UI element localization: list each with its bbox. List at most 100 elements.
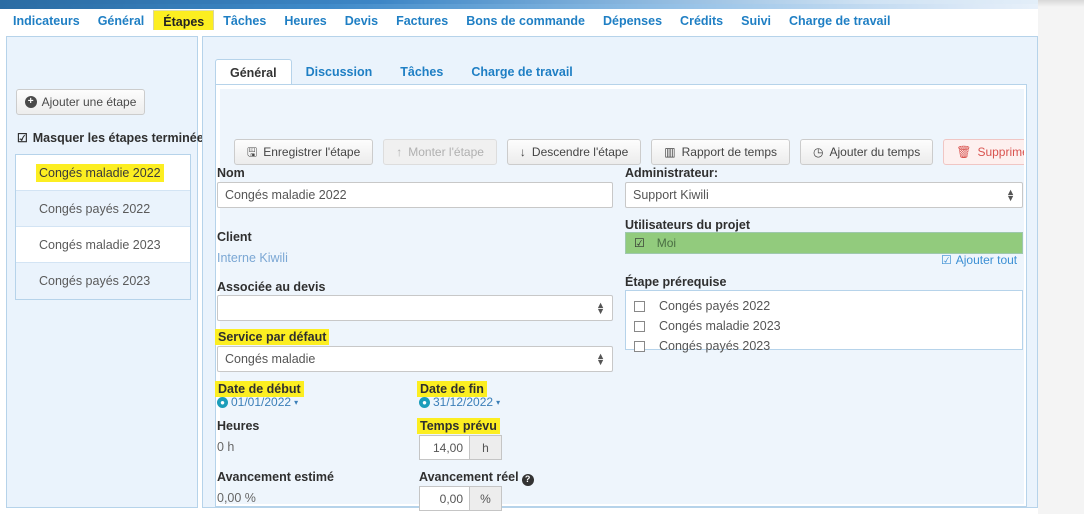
steps-list: Congés maladie 2022 Congés payés 2022 Cong… <box>15 154 191 300</box>
arrow-up-icon: ↑ <box>396 145 403 159</box>
nav-item-label: Tâches <box>223 14 267 29</box>
real-progress-input[interactable]: 0,00 <box>419 486 469 511</box>
trash-icon: 🗑 <box>956 145 972 159</box>
clock-icon: ◷ <box>813 145 824 159</box>
client-link[interactable]: Interne Kiwili <box>217 251 288 265</box>
step-list-item[interactable]: Congés payés 2022 <box>16 191 190 227</box>
nav-item-label: Devis <box>344 14 379 29</box>
nav-item-label: Dépenses <box>602 14 663 29</box>
plus-circle-icon: + <box>24 96 37 108</box>
inner-tabs: Général Discussion Tâches Charge de travail <box>215 59 587 86</box>
inner-tab-0[interactable]: Général <box>215 59 292 86</box>
real-progress-input-group: 0,00 % <box>419 486 502 511</box>
project-user-label: Moi <box>656 236 677 250</box>
hours-value: 0 h <box>217 440 235 454</box>
calendar-icon: ● <box>217 396 228 408</box>
prerequisite-step-label: Étape prérequise <box>625 275 727 289</box>
real-progress-label: Avancement réel <box>419 470 519 484</box>
prerequisite-step-row-label: Congés maladie 2023 <box>659 319 781 333</box>
prerequisite-step-row[interactable]: Congés maladie 2023 <box>626 316 1022 336</box>
add-time-button[interactable]: ◷ Ajouter du temps <box>800 139 934 165</box>
move-step-up-label: Monter l'étape <box>408 145 484 159</box>
associated-quote-select[interactable]: ▲ ▼ <box>217 295 613 321</box>
end-date-text: 31/12/2022 <box>433 395 494 409</box>
floppy-disk-icon: 🖫 <box>247 145 258 159</box>
inner-tab-1[interactable]: Discussion <box>292 59 387 85</box>
step-list-item-label: Congés maladie 2022 <box>36 163 164 182</box>
add-step-button[interactable]: + Ajouter une étape <box>16 89 145 115</box>
step-list-item[interactable]: Congés maladie 2023 <box>16 227 190 263</box>
step-list-item-label: Congés payés 2022 <box>39 201 151 216</box>
inner-tab-2[interactable]: Tâches <box>386 59 457 85</box>
add-step-button-label: Ajouter une étape <box>41 95 137 109</box>
planned-time-unit: h <box>469 435 502 460</box>
step-list-item[interactable]: Congés maladie 2022 <box>16 155 190 191</box>
prerequisite-step-row[interactable]: Congés payés 2022 <box>626 296 1022 316</box>
nav-item-label: Suivi <box>741 14 771 29</box>
step-list-item[interactable]: Congés payés 2023 <box>16 263 190 299</box>
chevron-updown-icon: ▲ ▼ <box>1006 186 1015 203</box>
move-step-up-button[interactable]: ↑ Monter l'étape <box>383 139 497 165</box>
nav-item-label: Charge de travail <box>789 14 891 29</box>
hide-completed-steps-label: Masquer les étapes terminées <box>32 131 211 145</box>
main-panel: Général Discussion Tâches Charge de travail… <box>202 36 1038 508</box>
project-user-row[interactable]: ☑ Moi <box>625 232 1023 254</box>
time-report-button[interactable]: ▥ Rapport de temps <box>651 139 791 165</box>
nav-item-label: Factures <box>396 14 449 29</box>
nom-input[interactable]: Congés maladie 2022 <box>217 182 613 208</box>
move-step-down-label: Descendre l'étape <box>531 145 629 159</box>
prerequisite-step-row[interactable]: Congés payés 2023 <box>626 336 1022 356</box>
administrator-value: Support Kiwili <box>633 188 709 202</box>
inner-tab-label: Tâches <box>400 65 444 79</box>
inner-tab-label: Discussion <box>305 65 373 79</box>
inner-tab-3[interactable]: Charge de travail <box>457 59 586 85</box>
checkbox-checked-icon: ☑ <box>17 131 28 145</box>
prerequisite-step-list: Congés payés 2022 Congés maladie 2023 Cong… <box>625 290 1023 353</box>
nom-label: Nom <box>217 166 245 180</box>
inner-tab-label: Charge de travail <box>471 65 573 79</box>
nav-item-label: Crédits <box>680 14 724 29</box>
question-mark-icon[interactable]: ? <box>521 473 534 486</box>
end-date-value[interactable]: ● 31/12/2022 ▾ <box>419 395 500 409</box>
add-all-users-link[interactable]: ☑ Ajouter tout <box>941 253 1017 267</box>
checkbox-checked-icon: ☑ <box>634 236 645 250</box>
default-service-select[interactable]: Congés maladie ▲ ▼ <box>217 346 613 372</box>
nav-item-label: Étapes <box>163 15 205 30</box>
prerequisite-step-row-label: Congés payés 2022 <box>659 299 771 313</box>
default-service-value: Congés maladie <box>225 352 316 366</box>
nav-item-label: Bons de commande <box>466 14 585 29</box>
estimated-progress-label: Avancement estimé <box>217 470 334 484</box>
add-time-label: Ajouter du temps <box>829 145 921 159</box>
start-date-value[interactable]: ● 01/01/2022 ▾ <box>217 395 298 409</box>
delete-step-label: Supprimer l'étape <box>977 145 1024 159</box>
administrator-label: Administrateur: <box>625 166 719 180</box>
real-progress-unit: % <box>469 486 502 511</box>
calendar-icon: ● <box>419 396 430 408</box>
step-list-item-label: Congés payés 2023 <box>39 274 151 288</box>
estimated-progress-value: 0,00 % <box>217 491 256 505</box>
checkbox-unchecked-icon[interactable] <box>634 320 645 332</box>
save-step-label: Enregistrer l'étape <box>263 145 361 159</box>
prerequisite-step-row-label: Congés payés 2023 <box>659 339 771 353</box>
hours-label: Heures <box>217 419 260 433</box>
planned-time-input-group: 14,00 h <box>419 435 502 460</box>
hide-completed-steps-checkbox[interactable]: ☑ Masquer les étapes terminées <box>17 131 211 145</box>
administrator-select[interactable]: Support Kiwili ▲ ▼ <box>625 182 1023 208</box>
checkbox-unchecked-icon[interactable] <box>634 340 645 352</box>
planned-time-input[interactable]: 14,00 <box>419 435 469 460</box>
nav-item-label: Général <box>97 14 145 29</box>
right-gutter <box>1038 0 1084 514</box>
move-step-down-button[interactable]: ↓ Descendre l'étape <box>506 139 642 165</box>
checkbox-unchecked-icon[interactable] <box>634 300 645 312</box>
project-users-label: Utilisateurs du projet <box>625 218 751 232</box>
inner-tab-label: Général <box>230 65 277 80</box>
delete-step-button[interactable]: 🗑 Supprimer l'étape <box>943 139 1024 165</box>
chevron-updown-icon: ▲ ▼ <box>596 299 605 316</box>
save-step-button[interactable]: 🖫 Enregistrer l'étape <box>234 139 374 165</box>
steps-sidebar: + Ajouter une étape ☑ Masquer les étapes… <box>6 36 211 508</box>
step-list-item-label: Congés maladie 2023 <box>39 237 161 252</box>
nav-item-label: Heures <box>284 14 327 29</box>
gutter-shadow <box>1038 0 1084 7</box>
nav-item-label: Indicateurs <box>13 14 80 29</box>
associated-quote-label: Associée au devis <box>217 280 326 294</box>
